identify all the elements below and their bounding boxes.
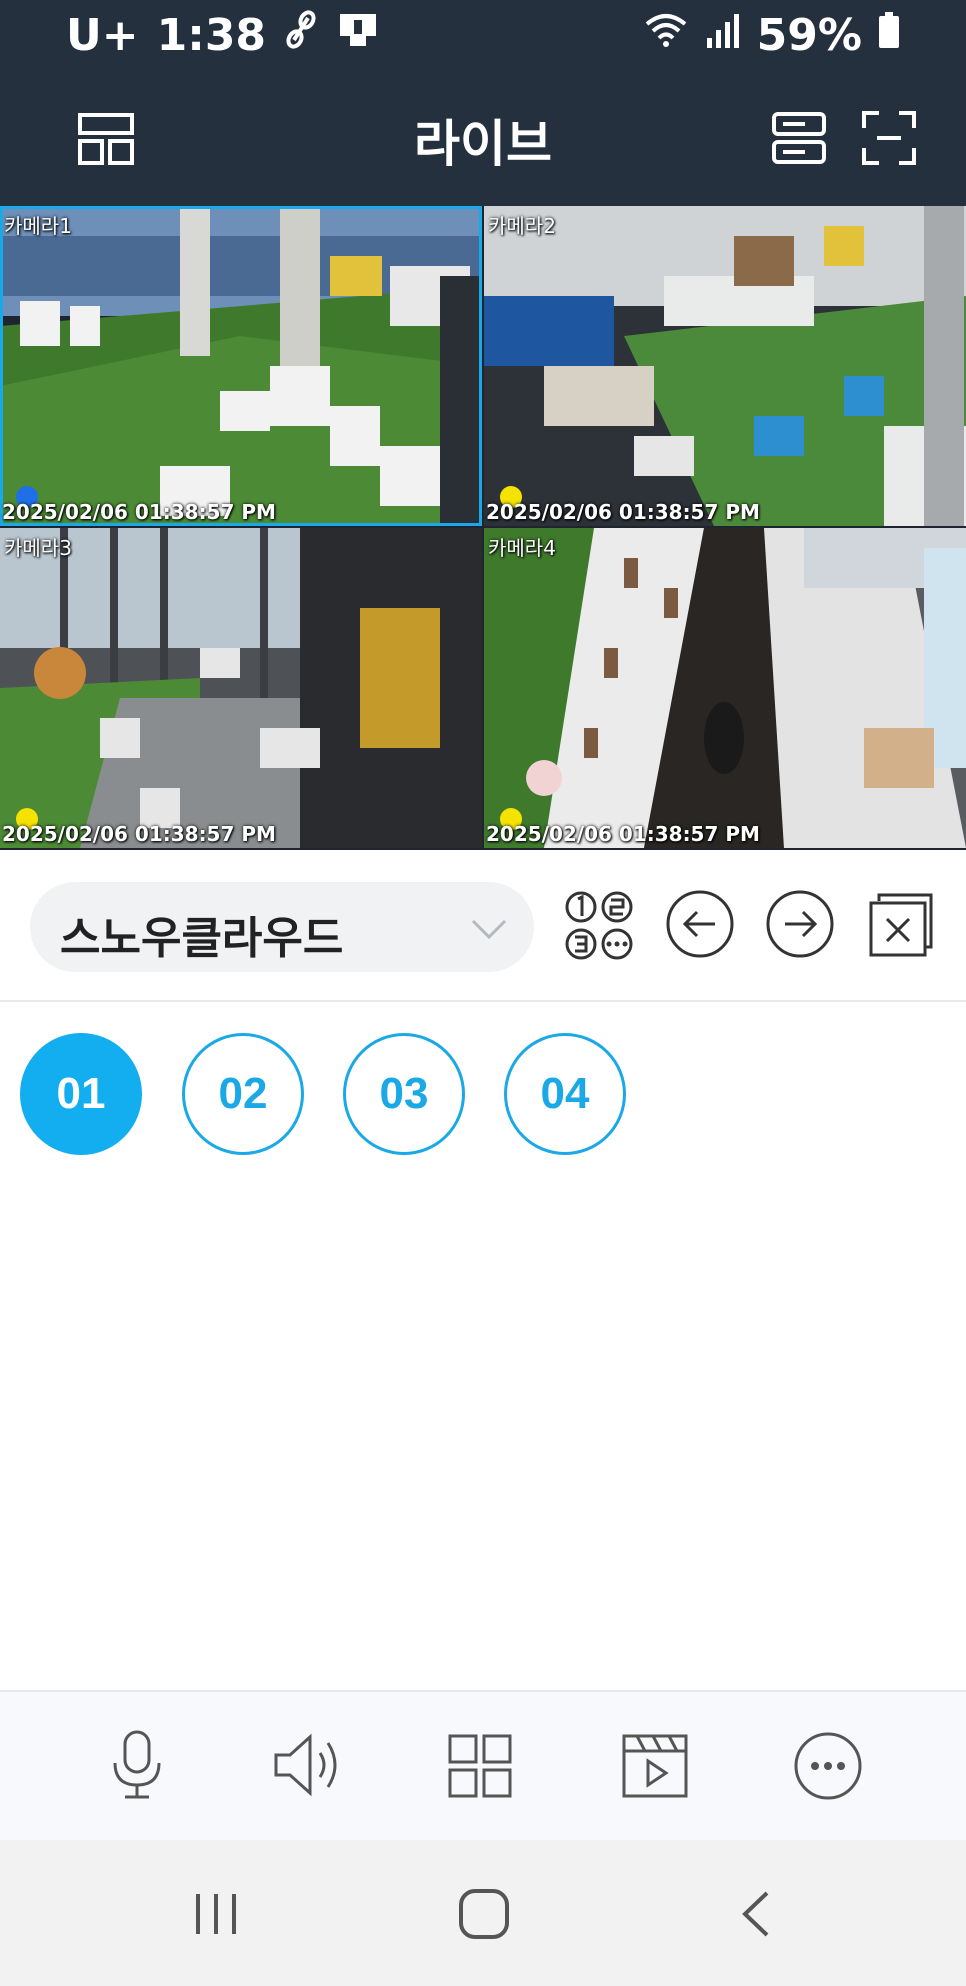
battery-icon — [878, 10, 900, 61]
channel-button-02[interactable]: 02 — [182, 1033, 304, 1155]
previous-button[interactable] — [664, 888, 736, 960]
device-list-button[interactable] — [768, 108, 830, 168]
fullscreen-button[interactable] — [858, 108, 920, 168]
camera-label: 카메라2 — [488, 214, 556, 238]
arrow-left-icon — [666, 890, 734, 958]
video-playback-icon — [622, 1734, 688, 1798]
camera-grid: 카메라1 2025/02/06 01:38:57 PM 카메라2 2025/02… — [0, 206, 966, 850]
next-button[interactable] — [764, 888, 836, 960]
grid-icon — [448, 1734, 512, 1798]
camera-tile-2[interactable]: 카메라2 2025/02/06 01:38:57 PM — [484, 206, 966, 526]
camera-feed-3 — [0, 528, 482, 848]
clock: 1:38 — [156, 10, 267, 61]
close-all-button[interactable] — [866, 890, 936, 960]
camera-timestamp: 2025/02/06 01:38:57 PM — [2, 500, 276, 524]
more-icon — [794, 1732, 862, 1800]
camera-tile-1[interactable]: 카메라1 2025/02/06 01:38:57 PM — [0, 206, 482, 526]
camera-label: 카메라4 — [488, 536, 556, 560]
camera-label: 카메라1 — [4, 214, 72, 238]
channel-select-button[interactable] — [562, 888, 638, 964]
back-button[interactable] — [730, 1886, 780, 1942]
channel-button-04[interactable]: 04 — [504, 1033, 626, 1155]
chevron-down-icon — [471, 919, 507, 940]
wifi-icon — [643, 10, 689, 61]
status-left: U+ 1:38 — [66, 10, 380, 61]
battery-label: 59% — [756, 10, 862, 61]
control-row: 스노우클라우드 — [0, 850, 966, 1002]
cast-icon — [336, 10, 380, 61]
system-nav-bar — [0, 1840, 966, 1986]
bottom-toolbar — [0, 1690, 966, 1840]
status-right: 59% — [643, 10, 900, 61]
signal-icon — [705, 10, 741, 61]
playback-button[interactable] — [620, 1732, 690, 1800]
server-icon — [772, 112, 826, 164]
app-header: 라이브 — [0, 72, 966, 206]
more-button[interactable] — [792, 1730, 864, 1802]
carrier-label: U+ — [66, 10, 139, 61]
microphone-icon — [113, 1730, 161, 1799]
recent-apps-button[interactable] — [186, 1886, 246, 1942]
speaker-icon — [274, 1733, 337, 1797]
camera-timestamp: 2025/02/06 01:38:57 PM — [2, 822, 276, 846]
status-bar: U+ 1:38 59% — [0, 0, 966, 72]
site-name: 스노우클라우드 — [60, 913, 344, 964]
camera-feed-4 — [484, 528, 966, 848]
channel-number-icon — [565, 891, 633, 960]
link-icon — [284, 10, 318, 61]
back-icon — [742, 1891, 769, 1937]
channel-button-01[interactable]: 01 — [20, 1033, 142, 1155]
camera-label: 카메라3 — [4, 536, 72, 560]
arrow-right-icon — [766, 890, 834, 958]
microphone-button[interactable] — [100, 1728, 174, 1802]
grid-layout-button[interactable] — [446, 1732, 514, 1800]
home-icon — [459, 1889, 509, 1939]
camera-timestamp: 2025/02/06 01:38:57 PM — [486, 500, 760, 524]
fullscreen-icon — [862, 111, 916, 165]
camera-tile-3[interactable]: 카메라3 2025/02/06 01:38:57 PM — [0, 528, 482, 848]
site-dropdown[interactable]: 스노우클라우드 — [30, 882, 534, 972]
camera-feed-2 — [484, 206, 966, 526]
close-window-icon — [869, 893, 933, 957]
camera-feed-1 — [0, 206, 482, 526]
speaker-button[interactable] — [270, 1728, 346, 1802]
recent-apps-icon — [196, 1894, 236, 1934]
camera-tile-4[interactable]: 카메라4 2025/02/06 01:38:57 PM — [484, 528, 966, 848]
home-button[interactable] — [454, 1884, 514, 1944]
channel-button-03[interactable]: 03 — [343, 1033, 465, 1155]
camera-timestamp: 2025/02/06 01:38:57 PM — [486, 822, 760, 846]
